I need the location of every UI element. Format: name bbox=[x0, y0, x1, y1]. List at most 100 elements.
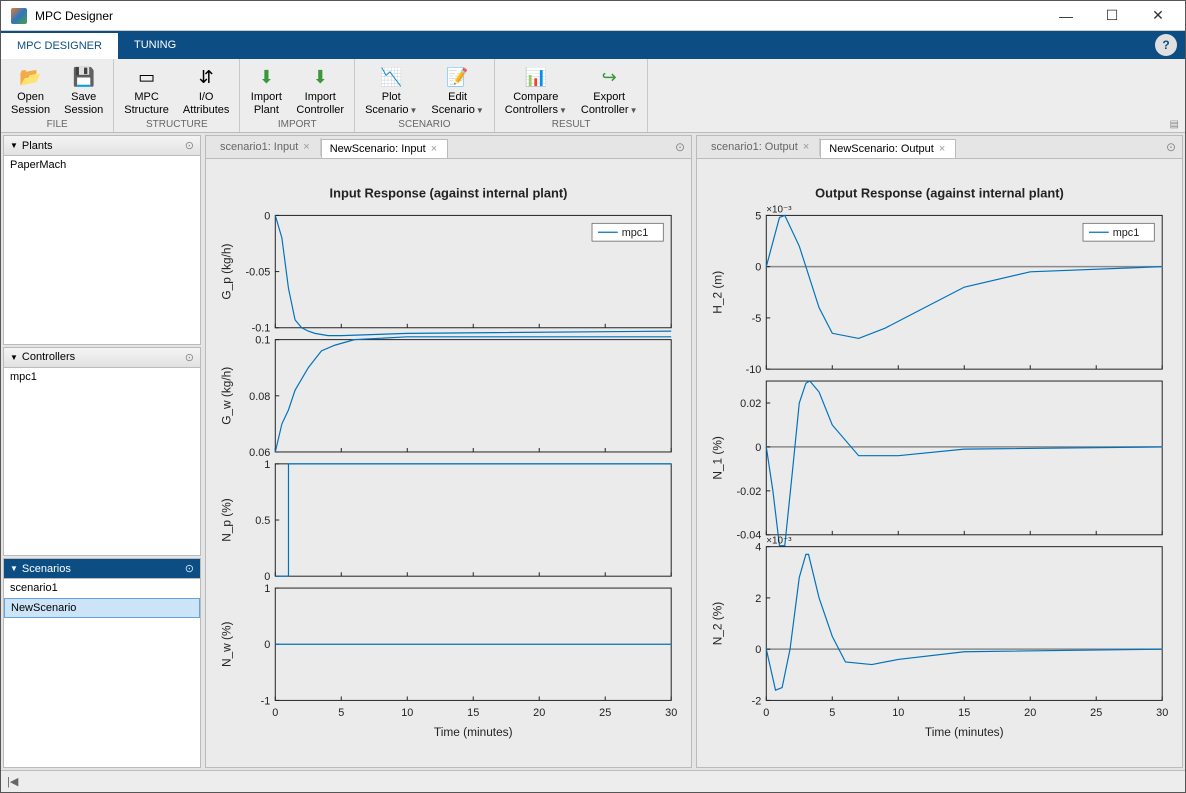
section-file-label: FILE bbox=[1, 118, 113, 132]
svg-text:G_w (kg/h): G_w (kg/h) bbox=[220, 367, 234, 425]
controllers-header[interactable]: ▼Controllers⊙ bbox=[4, 348, 200, 368]
collapse-icon[interactable]: |◀ bbox=[7, 775, 18, 788]
svg-text:0: 0 bbox=[755, 644, 761, 656]
mpc-structure-button[interactable]: ▭MPC Structure bbox=[118, 63, 175, 118]
gear-icon[interactable]: ⊙ bbox=[185, 351, 194, 364]
svg-text:5: 5 bbox=[755, 211, 761, 223]
svg-text:0: 0 bbox=[272, 708, 278, 720]
list-item[interactable]: NewScenario bbox=[4, 598, 200, 618]
close-icon[interactable]: × bbox=[803, 141, 809, 153]
edit-scenario-button[interactable]: 📝Edit Scenario▼ bbox=[425, 63, 489, 118]
svg-text:H_2 (m): H_2 (m) bbox=[711, 271, 725, 314]
svg-text:-5: -5 bbox=[752, 313, 762, 325]
open-session-button[interactable]: 📂Open Session bbox=[5, 63, 56, 118]
svg-text:N_w (%): N_w (%) bbox=[220, 622, 234, 668]
list-item[interactable]: scenario1 bbox=[4, 579, 200, 598]
svg-text:20: 20 bbox=[1024, 708, 1036, 720]
svg-text:0: 0 bbox=[763, 708, 769, 720]
section-import-label: IMPORT bbox=[240, 118, 354, 132]
section-scenario-label: SCENARIO bbox=[355, 118, 494, 132]
list-item[interactable]: PaperMach bbox=[4, 156, 200, 175]
svg-text:×10⁻³: ×10⁻³ bbox=[766, 205, 792, 216]
svg-text:2: 2 bbox=[755, 593, 761, 605]
svg-text:-0.05: -0.05 bbox=[246, 267, 271, 279]
svg-text:30: 30 bbox=[665, 708, 677, 720]
export-icon: ↪ bbox=[597, 65, 621, 89]
svg-text:-1: -1 bbox=[261, 696, 271, 708]
plot-scenario-button[interactable]: 📉Plot Scenario▼ bbox=[359, 63, 423, 118]
svg-text:0.1: 0.1 bbox=[255, 335, 270, 347]
import-down-icon: ⬇ bbox=[308, 65, 332, 89]
matlab-icon bbox=[11, 8, 27, 24]
svg-text:20: 20 bbox=[533, 708, 545, 720]
output-charts-panel: scenario1: Output× NewScenario: Output× … bbox=[696, 135, 1183, 768]
plants-header[interactable]: ▼Plants⊙ bbox=[4, 136, 200, 156]
import-plant-button[interactable]: ⬇Import Plant bbox=[244, 63, 288, 118]
svg-text:4: 4 bbox=[755, 542, 761, 554]
scenarios-header[interactable]: ▼Scenarios⊙ bbox=[4, 559, 200, 579]
svg-text:0.5: 0.5 bbox=[255, 515, 270, 527]
tab-scenario1-output[interactable]: scenario1: Output× bbox=[703, 138, 820, 156]
svg-text:mpc1: mpc1 bbox=[622, 227, 649, 239]
gear-icon[interactable]: ⊙ bbox=[185, 562, 194, 575]
gear-icon[interactable]: ⊙ bbox=[1160, 140, 1182, 154]
svg-text:Input Response (against intern: Input Response (against internal plant) bbox=[330, 186, 568, 201]
io-attributes-button[interactable]: ⇵I/O Attributes bbox=[177, 63, 235, 118]
save-icon: 💾 bbox=[72, 65, 96, 89]
import-controller-button[interactable]: ⬇Import Controller bbox=[290, 63, 350, 118]
compare-icon: 📊 bbox=[524, 65, 548, 89]
input-response-chart: Input Response (against internal plant) 0… bbox=[206, 159, 691, 767]
svg-text:0.02: 0.02 bbox=[740, 398, 761, 410]
close-icon[interactable]: × bbox=[939, 143, 945, 155]
list-item[interactable]: mpc1 bbox=[4, 368, 200, 387]
folder-open-icon: 📂 bbox=[19, 65, 43, 89]
svg-text:10: 10 bbox=[892, 708, 904, 720]
minimize-button[interactable]: — bbox=[1043, 1, 1089, 31]
tab-tuning[interactable]: TUNING bbox=[118, 31, 192, 59]
tab-newscenario-input[interactable]: NewScenario: Input× bbox=[321, 139, 448, 158]
gear-icon[interactable]: ⊙ bbox=[185, 139, 194, 152]
plants-panel: ▼Plants⊙ PaperMach bbox=[3, 135, 201, 345]
svg-text:Time (minutes): Time (minutes) bbox=[925, 725, 1004, 739]
gear-icon[interactable]: ⊙ bbox=[669, 140, 691, 154]
close-button[interactable]: ✕ bbox=[1135, 1, 1181, 31]
section-structure-label: STRUCTURE bbox=[114, 118, 239, 132]
tab-newscenario-output[interactable]: NewScenario: Output× bbox=[820, 139, 956, 158]
svg-text:-0.02: -0.02 bbox=[737, 486, 762, 498]
close-icon[interactable]: × bbox=[431, 143, 437, 155]
svg-text:Time (minutes): Time (minutes) bbox=[434, 725, 513, 739]
scenarios-panel: ▼Scenarios⊙ scenario1NewScenario bbox=[3, 558, 201, 768]
toolstrip: 📂Open Session 💾Save Session FILE ▭MPC St… bbox=[1, 59, 1185, 133]
export-controller-button[interactable]: ↪Export Controller▼ bbox=[575, 63, 644, 118]
svg-text:N_1 (%): N_1 (%) bbox=[711, 436, 725, 480]
controllers-panel: ▼Controllers⊙ mpc1 bbox=[3, 347, 201, 557]
maximize-button[interactable]: ☐ bbox=[1089, 1, 1135, 31]
structure-icon: ▭ bbox=[135, 65, 159, 89]
svg-text:0.08: 0.08 bbox=[249, 391, 270, 403]
tab-mpc-designer[interactable]: MPC DESIGNER bbox=[1, 31, 118, 59]
svg-text:0: 0 bbox=[755, 262, 761, 274]
svg-text:-0.1: -0.1 bbox=[252, 323, 271, 335]
close-icon[interactable]: × bbox=[303, 141, 309, 153]
input-charts-panel: scenario1: Input× NewScenario: Input× ⊙ … bbox=[205, 135, 692, 768]
output-response-chart: Output Response (against internal plant)… bbox=[697, 159, 1182, 767]
svg-text:0: 0 bbox=[264, 639, 270, 651]
svg-text:-0.04: -0.04 bbox=[737, 530, 762, 542]
svg-text:N_p (%): N_p (%) bbox=[220, 499, 234, 543]
titlebar: MPC Designer — ☐ ✕ bbox=[1, 1, 1185, 31]
save-session-button[interactable]: 💾Save Session bbox=[58, 63, 109, 118]
tab-scenario1-input[interactable]: scenario1: Input× bbox=[212, 138, 321, 156]
edit-icon: 📝 bbox=[446, 65, 470, 89]
svg-text:1: 1 bbox=[264, 459, 270, 471]
svg-text:-10: -10 bbox=[746, 364, 762, 376]
compare-controllers-button[interactable]: 📊Compare Controllers▼ bbox=[499, 63, 573, 118]
svg-text:N_2 (%): N_2 (%) bbox=[711, 602, 725, 646]
svg-text:0: 0 bbox=[264, 571, 270, 583]
svg-text:×10⁻³: ×10⁻³ bbox=[766, 536, 792, 547]
svg-text:5: 5 bbox=[829, 708, 835, 720]
help-button[interactable]: ? bbox=[1155, 34, 1177, 56]
svg-text:mpc1: mpc1 bbox=[1113, 227, 1140, 239]
svg-text:G_p (kg/h): G_p (kg/h) bbox=[220, 244, 234, 300]
svg-text:1: 1 bbox=[264, 583, 270, 595]
window-title: MPC Designer bbox=[33, 9, 1043, 23]
